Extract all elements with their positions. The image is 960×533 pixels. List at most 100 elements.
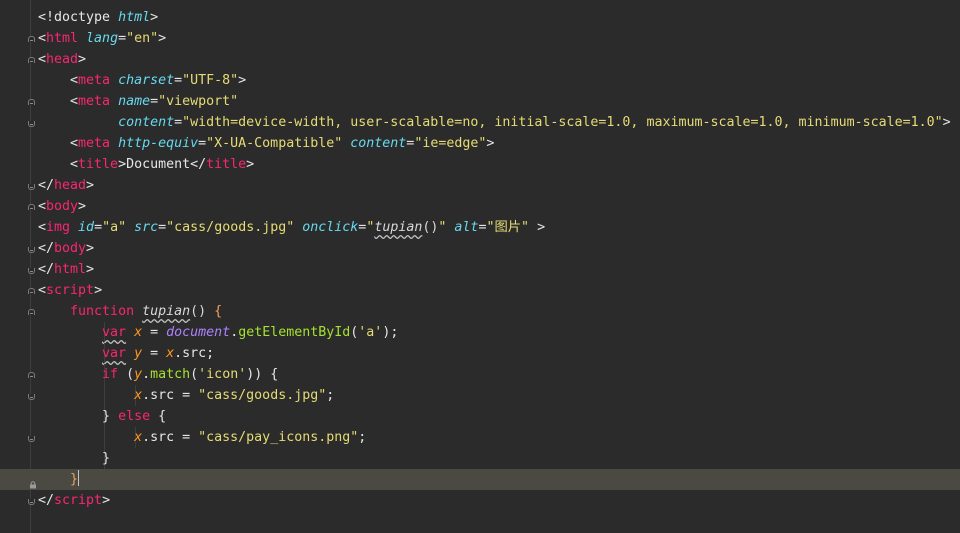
code-text: </script> (38, 490, 110, 511)
code-line[interactable]: function tupian() { (0, 301, 960, 322)
code-token: > (86, 241, 95, 256)
code-token: alt (454, 220, 479, 235)
code-text: } (38, 448, 110, 469)
code-token: lang (86, 31, 119, 46)
code-line[interactable]: var x = document.getElementById('a'); (0, 322, 960, 343)
code-line[interactable]: </body> (0, 238, 960, 259)
code-token: 'icon' (198, 367, 247, 382)
code-line[interactable]: <head> (0, 49, 960, 70)
code-text: content="width=device-width, user-scalab… (38, 112, 951, 133)
code-text: <html lang="en"> (38, 28, 166, 49)
code-token: <!doctype (38, 10, 119, 25)
code-token: "UTF-8" (182, 73, 239, 88)
code-token: y (134, 367, 143, 382)
fold-end-icon[interactable] (28, 268, 35, 274)
code-line[interactable]: } (0, 469, 960, 490)
fold-collapse-icon[interactable] (28, 57, 35, 63)
code-token: head (46, 52, 79, 67)
code-line[interactable]: <meta charset="UTF-8"> (0, 70, 960, 91)
code-token: y (134, 346, 143, 361)
code-token: "ie=edge" (414, 136, 487, 151)
code-token: onclick (302, 220, 359, 235)
fold-end-icon[interactable] (28, 184, 35, 190)
code-line[interactable]: </html> (0, 259, 960, 280)
code-token: ); (382, 325, 399, 340)
code-editor[interactable]: <!doctype html> <html lang="en"> <head> <m… (0, 0, 960, 533)
code-text: <img id="a" src="cass/goods.jpg" onclick… (38, 217, 545, 238)
code-token: .src; (174, 346, 215, 361)
code-token: meta (78, 73, 119, 88)
fold-collapse-icon[interactable] (28, 36, 35, 42)
code-line[interactable]: <img id="a" src="cass/goods.jpg" onclick… (0, 217, 960, 238)
code-token: = (142, 325, 167, 340)
code-token: document (166, 325, 231, 340)
code-line[interactable]: x.src = "cass/pay_icons.png"; (0, 427, 960, 448)
code-token: < (38, 52, 47, 67)
fold-end-icon[interactable] (28, 436, 35, 442)
code-line[interactable]: <title>Document</title> (0, 154, 960, 175)
code-line[interactable]: } (0, 448, 960, 469)
fold-collapse-icon[interactable] (28, 204, 35, 210)
fold-collapse-icon[interactable] (28, 288, 35, 294)
code-line[interactable]: </script> (0, 490, 960, 511)
code-token: title (206, 157, 247, 172)
code-token: < (38, 31, 47, 46)
code-token: . (142, 367, 151, 382)
code-line[interactable]: <!doctype html> (0, 7, 960, 28)
code-token: body (46, 199, 79, 214)
code-token: </ (38, 178, 55, 193)
code-token: content (118, 115, 175, 130)
code-text: x.src = "cass/pay_icons.png"; (38, 427, 366, 448)
code-line[interactable]: <meta http-equiv="X-UA-Compatible" conte… (0, 133, 960, 154)
code-token: else (118, 409, 151, 424)
fold-collapse-icon[interactable] (28, 99, 35, 105)
code-line[interactable]: var y = x.src; (0, 343, 960, 364)
code-token: function (70, 304, 143, 319)
fold-end-icon[interactable] (28, 499, 35, 505)
code-token: > (158, 31, 167, 46)
code-line[interactable]: </head> (0, 175, 960, 196)
code-line[interactable]: <meta name="viewport" (0, 91, 960, 112)
code-token: html (118, 10, 151, 25)
code-line[interactable]: <script> (0, 280, 960, 301)
code-line[interactable]: <body> (0, 196, 960, 217)
fold-end-icon[interactable] (28, 121, 35, 127)
lock-icon (29, 475, 37, 489)
code-line[interactable]: if (y.match('icon')) { (0, 364, 960, 385)
code-token: > (238, 73, 247, 88)
code-text: </body> (38, 238, 94, 259)
code-line[interactable]: content="width=device-width, user-scalab… (0, 112, 960, 133)
code-token: < (38, 283, 47, 298)
code-token: = (142, 346, 167, 361)
code-line[interactable]: } else { (0, 406, 960, 427)
code-token: "width=device-width, user-scalable=no, i… (182, 115, 943, 130)
code-token: } (38, 451, 111, 466)
code-token: x (134, 430, 143, 445)
fold-end-icon[interactable] (28, 394, 35, 400)
code-token: "cass/pay_icons.png" (198, 430, 359, 445)
code-text: var y = x.src; (38, 343, 214, 364)
code-token: > (942, 115, 951, 130)
fold-collapse-icon[interactable] (28, 372, 35, 378)
code-token: "X-UA-Compatible" (206, 136, 351, 151)
code-token: "en" (126, 31, 159, 46)
code-token: >Document</ (118, 157, 207, 172)
fold-end-icon[interactable] (28, 247, 35, 253)
code-line[interactable]: x.src = "cass/goods.jpg"; (0, 385, 960, 406)
fold-collapse-icon[interactable] (28, 309, 35, 315)
code-token: html (54, 262, 87, 277)
code-token: } (70, 472, 79, 487)
code-token: > (486, 136, 495, 151)
code-token: x (134, 388, 143, 403)
code-token: tupian (142, 304, 191, 319)
code-text: <meta http-equiv="X-UA-Compatible" conte… (38, 133, 494, 154)
code-line[interactable]: <html lang="en"> (0, 28, 960, 49)
code-token: var (102, 325, 127, 340)
code-text: x.src = "cass/goods.jpg"; (38, 385, 334, 406)
code-text: <body> (38, 196, 86, 217)
code-token: < (38, 73, 79, 88)
code-token: script (46, 283, 95, 298)
